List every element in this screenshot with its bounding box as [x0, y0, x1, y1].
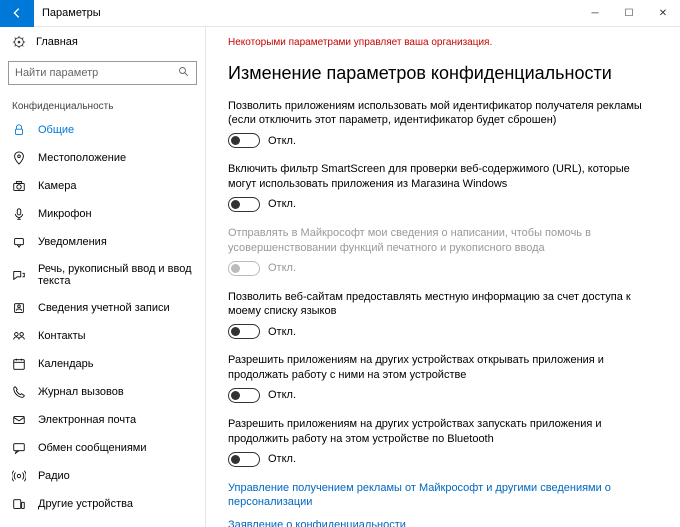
contacts-icon: [12, 329, 26, 343]
calendar-icon: [12, 357, 26, 371]
sidebar-item-contacts[interactable]: Контакты: [0, 322, 205, 350]
content-link[interactable]: Заявление о конфиденциальности: [228, 518, 658, 527]
setting-item: Отправлять в Майкрософт мои сведения о н…: [228, 226, 658, 276]
sidebar-item-mic[interactable]: Микрофон: [0, 200, 205, 228]
content-link[interactable]: Управление получением рекламы от Майкрос…: [228, 481, 658, 511]
nav-label: Уведомления: [38, 236, 107, 248]
notify-icon: [12, 235, 26, 249]
setting-item: Включить фильтр SmartScreen для проверки…: [228, 162, 658, 212]
sidebar-item-mail[interactable]: Электронная почта: [0, 406, 205, 434]
toggle-state-label: Откл.: [268, 453, 296, 465]
setting-description: Отправлять в Майкрософт мои сведения о н…: [228, 226, 658, 256]
nav-label: Другие устройства: [38, 498, 133, 510]
sidebar-item-location[interactable]: Местоположение: [0, 144, 205, 172]
toggle-state-label: Откл.: [268, 389, 296, 401]
toggle-switch[interactable]: [228, 388, 260, 403]
sidebar-item-notify[interactable]: Уведомления: [0, 228, 205, 256]
nav-label: Журнал вызовов: [38, 386, 124, 398]
sidebar-item-messaging[interactable]: Обмен сообщениями: [0, 434, 205, 462]
mic-icon: [12, 207, 26, 221]
setting-description: Включить фильтр SmartScreen для проверки…: [228, 162, 658, 192]
close-button[interactable]: ✕: [646, 0, 680, 27]
sidebar-item-account[interactable]: Сведения учетной записи: [0, 294, 205, 322]
content-area: Некоторыми параметрами управляет ваша ор…: [206, 27, 680, 527]
toggle-state-label: Откл.: [268, 135, 296, 147]
search-input[interactable]: Найти параметр: [8, 61, 197, 85]
nav-label: Камера: [38, 180, 76, 192]
sidebar-item-calls[interactable]: Журнал вызовов: [0, 378, 205, 406]
minimize-button[interactable]: ─: [578, 0, 612, 27]
location-icon: [12, 151, 26, 165]
back-button[interactable]: [0, 0, 34, 27]
toggle-switch[interactable]: [228, 197, 260, 212]
toggle-switch[interactable]: [228, 452, 260, 467]
toggle-switch[interactable]: [228, 133, 260, 148]
window-titlebar: Параметры ─ ☐ ✕: [0, 0, 680, 27]
sidebar-home[interactable]: Главная: [0, 27, 205, 57]
calls-icon: [12, 385, 26, 399]
home-label: Главная: [36, 36, 78, 48]
speech-icon: [12, 268, 26, 282]
toggle-state-label: Откл.: [268, 326, 296, 338]
sidebar-item-calendar[interactable]: Календарь: [0, 350, 205, 378]
gear-icon: [12, 35, 26, 49]
setting-item: Разрешить приложениям на других устройст…: [228, 417, 658, 467]
sidebar-item-devices[interactable]: Другие устройства: [0, 490, 205, 518]
messaging-icon: [12, 441, 26, 455]
setting-item: Позволить приложениям использовать мой и…: [228, 99, 658, 149]
radio-icon: [12, 469, 26, 483]
setting-description: Позволить приложениям использовать мой и…: [228, 99, 658, 129]
sidebar-item-camera[interactable]: Камера: [0, 172, 205, 200]
window-title: Параметры: [42, 7, 101, 19]
org-managed-notice: Некоторыми параметрами управляет ваша ор…: [228, 37, 658, 48]
sidebar-item-feedback[interactable]: Отзывы и диагностика: [0, 518, 205, 527]
sidebar: Главная Найти параметр Конфиденциальност…: [0, 27, 206, 527]
setting-item: Позволить веб-сайтам предоставлять местн…: [228, 290, 658, 340]
toggle-switch: [228, 261, 260, 276]
page-title: Изменение параметров конфиденциальности: [228, 62, 658, 85]
toggle-switch[interactable]: [228, 324, 260, 339]
category-header: Конфиденциальность: [0, 95, 205, 116]
nav-label: Календарь: [38, 358, 94, 370]
lock-icon: [12, 123, 26, 137]
setting-description: Позволить веб-сайтам предоставлять местн…: [228, 290, 658, 320]
maximize-button[interactable]: ☐: [612, 0, 646, 27]
camera-icon: [12, 179, 26, 193]
nav-label: Контакты: [38, 330, 86, 342]
sidebar-item-speech[interactable]: Речь, рукописный ввод и ввод текста: [0, 256, 205, 294]
setting-item: Разрешить приложениям на других устройст…: [228, 353, 658, 403]
account-icon: [12, 301, 26, 315]
nav-label: Микрофон: [38, 208, 92, 220]
nav-label: Местоположение: [38, 152, 126, 164]
mail-icon: [12, 413, 26, 427]
sidebar-item-lock[interactable]: Общие: [0, 116, 205, 144]
devices-icon: [12, 497, 26, 511]
search-icon: [178, 66, 190, 81]
nav-label: Обмен сообщениями: [38, 442, 147, 454]
toggle-state-label: Откл.: [268, 198, 296, 210]
sidebar-item-radio[interactable]: Радио: [0, 462, 205, 490]
setting-description: Разрешить приложениям на других устройст…: [228, 417, 658, 447]
search-placeholder: Найти параметр: [15, 67, 98, 79]
toggle-state-label: Откл.: [268, 262, 296, 274]
nav-label: Радио: [38, 470, 70, 482]
nav-label: Общие: [38, 124, 74, 136]
nav-label: Электронная почта: [38, 414, 136, 426]
nav-label: Сведения учетной записи: [38, 302, 170, 314]
setting-description: Разрешить приложениям на других устройст…: [228, 353, 658, 383]
nav-label: Речь, рукописный ввод и ввод текста: [38, 263, 193, 287]
